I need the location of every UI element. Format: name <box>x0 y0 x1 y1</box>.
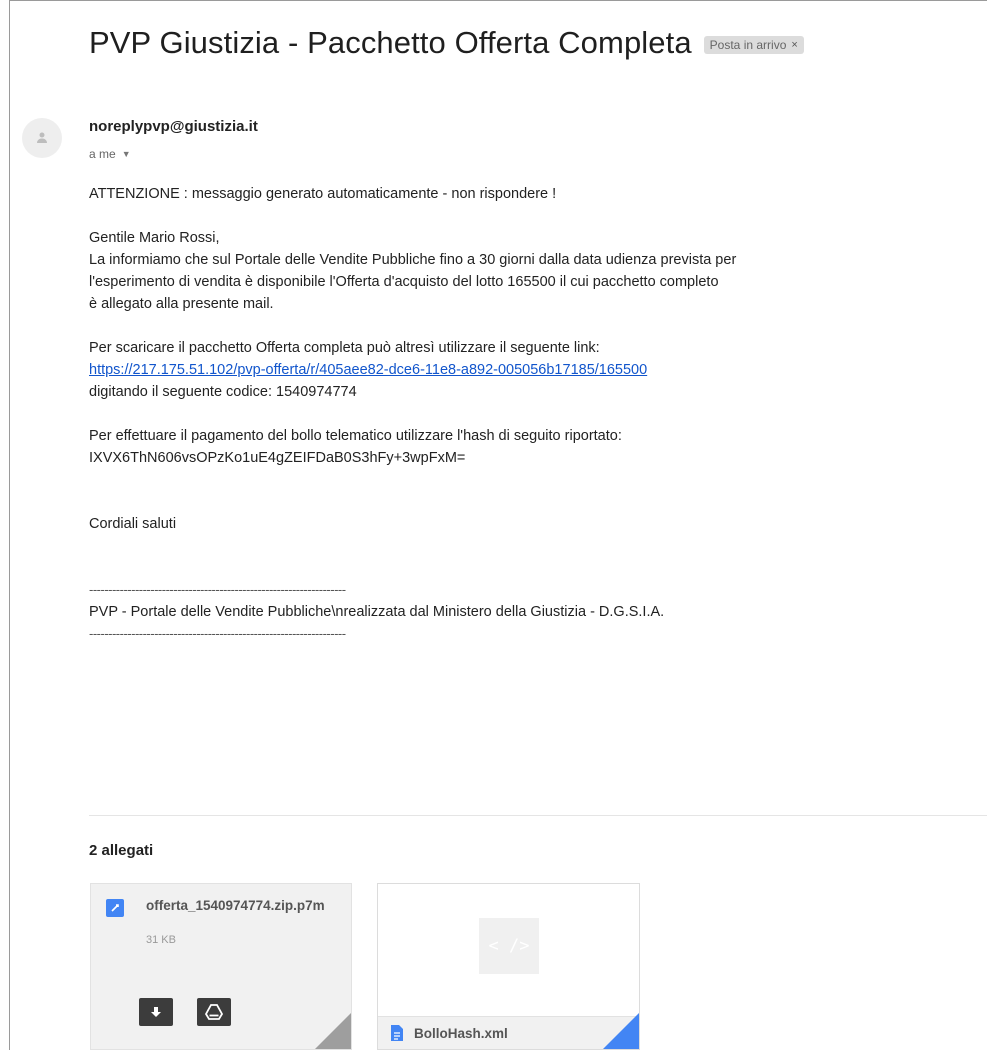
body-paragraph-2-line-1: Per scaricare il pacchetto Offerta compl… <box>89 340 600 356</box>
page-fold-corner <box>603 1013 639 1049</box>
code-preview-icon: < /> <box>479 918 539 974</box>
sender-address[interactable]: noreplypvp@giustizia.it <box>89 118 258 135</box>
window-frame-left <box>9 0 10 1050</box>
inbox-label-chip[interactable]: Posta in arrivo × <box>703 36 804 54</box>
body-hash: IXVX6ThN606vsOPzKo1uE4gZEIFDaB0S3hFy+3wp… <box>89 450 466 466</box>
attachment-card-zip[interactable]: offerta_1540974774.zip.p7m 31 KB <box>90 883 352 1050</box>
inbox-label-text: Posta in arrivo <box>709 38 787 52</box>
details-caret-icon[interactable]: ▼ <box>122 149 131 159</box>
body-greeting: Gentile Mario Rossi, <box>89 230 220 246</box>
signature-separator-bottom: ----------------------------------------… <box>89 626 346 641</box>
offer-download-link[interactable]: https://217.175.51.102/pvp-offerta/r/405… <box>89 362 647 378</box>
attachment-footer: BolloHash.xml <box>378 1016 639 1049</box>
body-paragraph-2-line-3: digitando il seguente codice: 1540974774 <box>89 384 357 400</box>
attachment-size: 31 KB <box>146 934 176 946</box>
email-subject-row: PVP Giustizia - Pacchetto Offerta Comple… <box>89 25 804 61</box>
avatar[interactable] <box>22 118 62 158</box>
download-icon <box>151 1007 161 1017</box>
window-frame-top <box>9 0 987 1</box>
zip-file-icon <box>106 899 124 917</box>
body-paragraph-1-line-1: La informiamo che sul Portale delle Vend… <box>89 252 737 268</box>
download-button[interactable] <box>139 998 173 1026</box>
attachments-divider <box>89 815 987 816</box>
page-fold-corner <box>315 1013 351 1049</box>
body-paragraph-1-line-3: è allegato alla presente mail. <box>89 296 274 312</box>
attachment-name: offerta_1540974774.zip.p7m <box>146 898 325 913</box>
person-icon <box>37 132 47 143</box>
body-paragraph-3-line-1: Per effettuare il pagamento del bollo te… <box>89 428 622 444</box>
save-to-drive-button[interactable] <box>197 998 231 1026</box>
body-paragraph-1-line-2: l'esperimento di vendita è disponibile l… <box>89 274 719 290</box>
signature-separator-top: ----------------------------------------… <box>89 582 346 597</box>
body-signature: PVP - Portale delle Vendite Pubbliche\nr… <box>89 604 665 620</box>
body-warning: ATTENZIONE : messaggio generato automati… <box>89 186 557 202</box>
email-subject: PVP Giustizia - Pacchetto Offerta Comple… <box>89 25 692 60</box>
recipient-line: a me ▼ <box>89 147 131 161</box>
recipient-text: a me <box>89 147 116 161</box>
attachment-card-xml[interactable]: < /> BolloHash.xml <box>377 883 640 1050</box>
body-closing: Cordiali saluti <box>89 516 177 532</box>
remove-label-icon[interactable]: × <box>791 39 797 51</box>
drive-icon <box>205 1004 223 1020</box>
email-body: ATTENZIONE : messaggio generato automati… <box>89 183 969 645</box>
attachments-title: 2 allegati <box>89 842 154 859</box>
doc-file-icon <box>391 1025 403 1041</box>
attachment-name: BolloHash.xml <box>414 1026 508 1041</box>
